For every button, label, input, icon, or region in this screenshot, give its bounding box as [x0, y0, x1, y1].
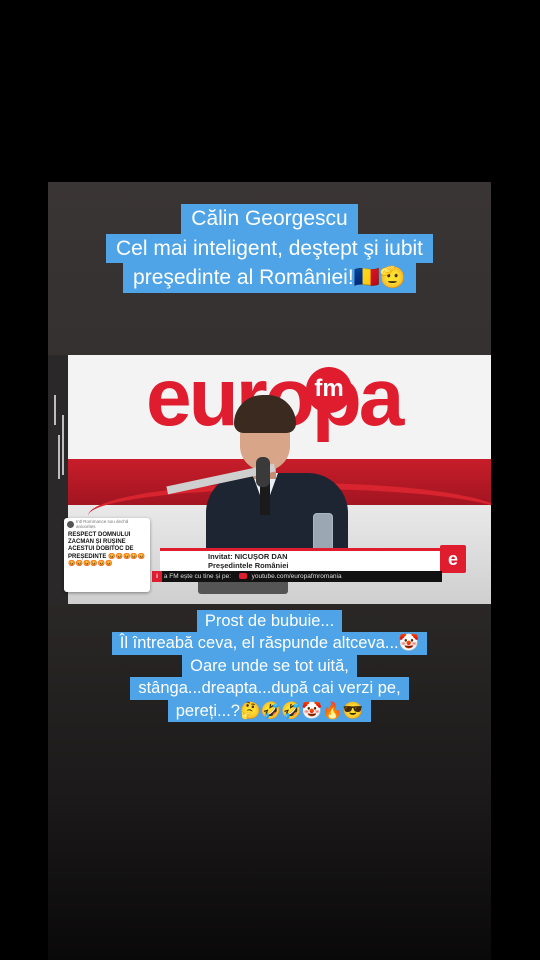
caption-top-line: Cel mai inteligent, deştept şi iubit — [106, 233, 433, 264]
guest-name: Invitat: NICUȘOR DAN — [208, 552, 288, 561]
europa-e-icon: e — [440, 545, 466, 573]
lower-third: Invitat: NICUȘOR DAN Președintele Români… — [160, 545, 466, 573]
microphone-icon — [256, 457, 270, 487]
comment-card[interactable]: Intl Rommance sou dechă anioorites RESPE… — [64, 518, 150, 592]
youtube-icon — [238, 573, 247, 580]
video-frame: Călin Georgescu Cel mai inteligent, deşt… — [48, 182, 491, 960]
caption-bottom-line: Îl întreabă ceva, el răspunde altceva...… — [111, 632, 428, 655]
avatar — [67, 521, 74, 528]
guest-title: Președintele României — [208, 561, 289, 570]
ticker-bar: i a FM ește cu tine și pe: youtube.com/e… — [152, 571, 442, 582]
caption-bottom-line: stânga...dreapta...după cai verzi pe, — [130, 677, 409, 700]
ticker-url: youtube.com/europafmromania — [251, 573, 342, 580]
caption-top-line: Călin Georgescu — [181, 204, 358, 234]
caption-bottom-line: pereți...?🤔🤣🤣🤡🔥😎 — [167, 699, 372, 723]
caption-top-line: preşedinte al României!🇷🇴🫡 — [123, 263, 416, 293]
caption-bottom: Prost de bubuie... Îl întreabă ceva, el … — [48, 610, 491, 723]
comment-body: RESPECT DOMNULUI ZACMAN ȘI RUȘINE ACESTU… — [68, 532, 146, 567]
caption-top: Călin Georgescu Cel mai inteligent, deşt… — [48, 204, 491, 293]
caption-bottom-line: Prost de bubuie... — [196, 610, 343, 633]
caption-bottom-line: Oare unde se tot uită, — [182, 654, 357, 678]
ticker-text: a FM ește cu tine și pe: — [163, 573, 232, 580]
comment-header: Intl Rommance sou dechă anioorites — [76, 519, 129, 529]
embedded-video[interactable]: europa fm Invitat: NICUȘOR DAN Președint… — [48, 355, 491, 604]
ticker-glyph: i — [152, 571, 162, 582]
hair — [234, 395, 296, 433]
